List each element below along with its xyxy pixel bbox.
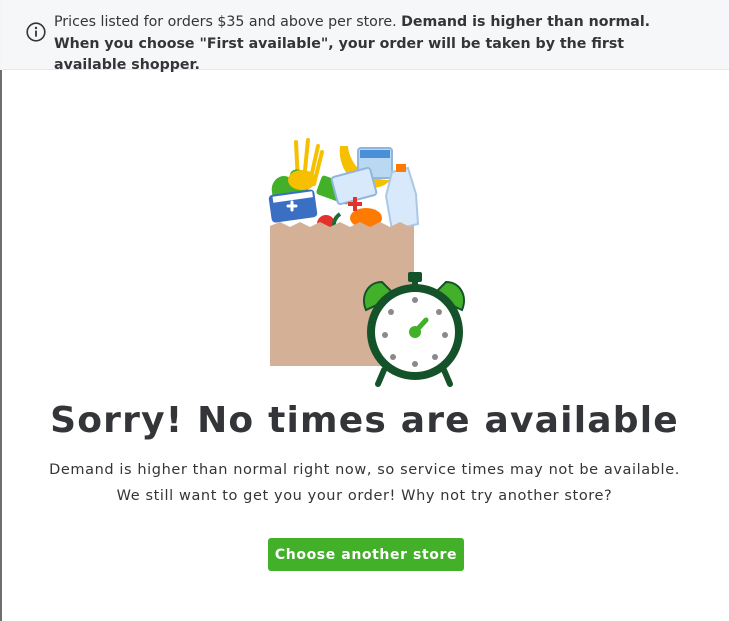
notice-text: Prices listed for orders $35 and above p… <box>54 12 694 77</box>
alarm-clock-icon <box>363 272 465 387</box>
notice-banner: Prices listed for orders $35 and above p… <box>2 0 729 73</box>
info-circle-icon <box>26 22 46 42</box>
description-line-1: Demand is higher than normal right now, … <box>49 462 680 478</box>
choose-another-store-button[interactable]: Choose another store <box>268 538 464 571</box>
window-left-edge <box>0 0 2 621</box>
notice-text-plain: Prices listed for orders $35 and above p… <box>54 14 402 30</box>
description-line-2: We still want to get you your order! Why… <box>116 488 613 504</box>
page-title: Sorry! No times are available <box>50 400 679 441</box>
grocery-bag-with-alarm-clock-icon <box>260 132 470 388</box>
